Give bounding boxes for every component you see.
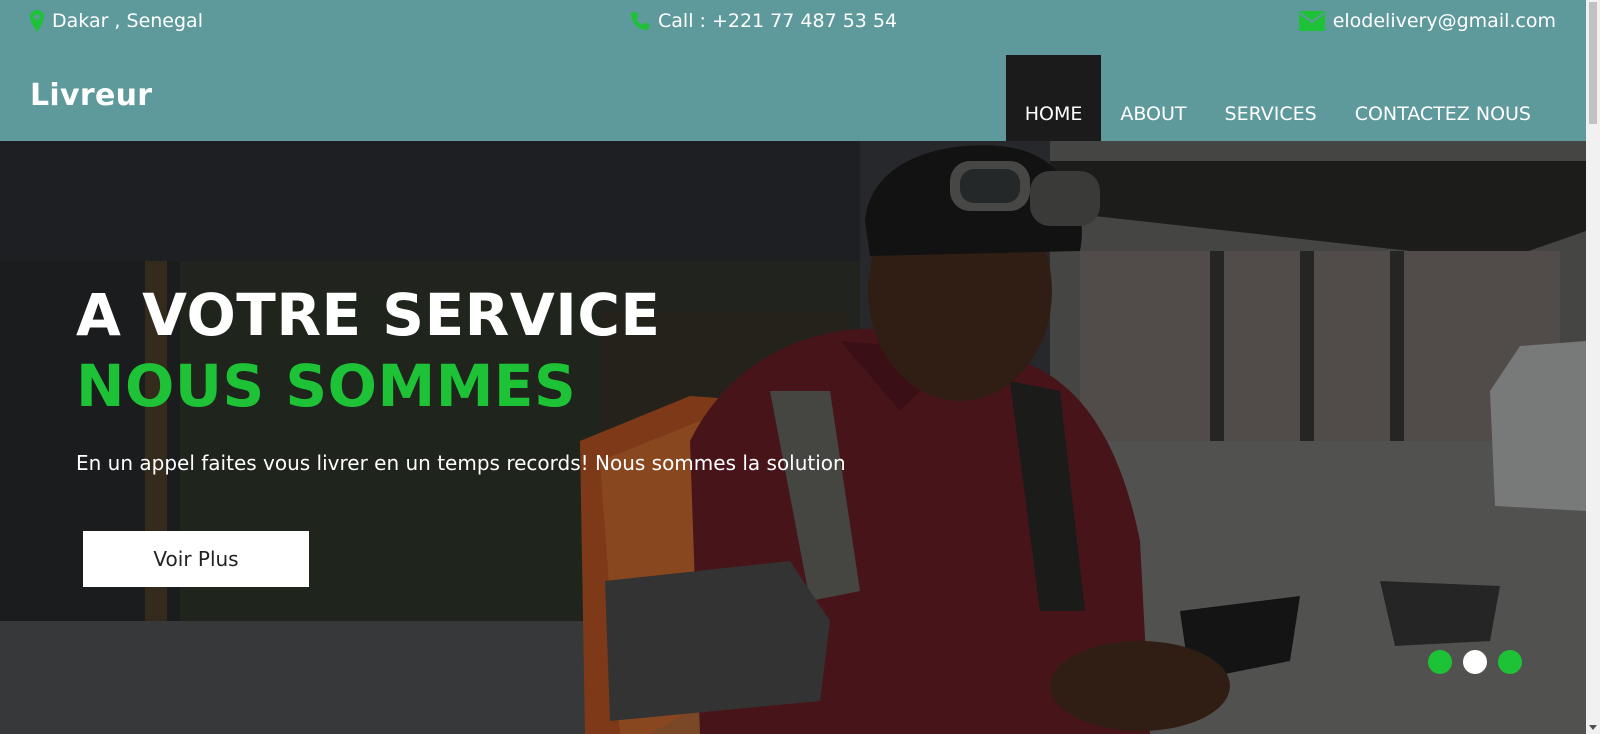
hero-subtitle: NOUS SOMMES <box>76 352 577 420</box>
hero-title: A VOTRE SERVICE <box>76 281 661 349</box>
hero-description: En un appel faites vous livrer en un tem… <box>76 451 846 475</box>
phone-info[interactable]: Call : +221 77 487 53 54 <box>630 10 897 32</box>
carousel-dot-1[interactable] <box>1428 650 1452 674</box>
top-contact-bar: Dakar , Senegal Call : +221 77 487 53 54… <box>0 0 1586 44</box>
location-text: Dakar , Senegal <box>52 10 203 32</box>
brand-logo[interactable]: Livreur <box>30 78 152 113</box>
envelope-icon <box>1298 11 1325 31</box>
email-info[interactable]: elodelivery@gmail.com <box>1298 10 1556 32</box>
nav-item-home[interactable]: HOME <box>1005 55 1102 141</box>
carousel-dot-3[interactable] <box>1498 650 1522 674</box>
carousel-dot-2[interactable] <box>1463 650 1487 674</box>
voir-plus-button[interactable]: Voir Plus <box>83 531 309 587</box>
scrollbar-thumb[interactable] <box>1589 2 1597 124</box>
phone-text: Call : +221 77 487 53 54 <box>658 10 898 32</box>
email-text: elodelivery@gmail.com <box>1332 10 1556 32</box>
page: Dakar , Senegal Call : +221 77 487 53 54… <box>0 0 1600 734</box>
nav-item-services[interactable]: SERVICES <box>1206 55 1336 141</box>
location-info: Dakar , Senegal <box>30 10 203 32</box>
scroll-down-arrow-icon[interactable] <box>1589 725 1597 730</box>
nav-item-contact[interactable]: CONTACTEZ NOUS <box>1336 55 1550 141</box>
nav-item-about[interactable]: ABOUT <box>1101 55 1205 141</box>
map-pin-icon <box>30 10 44 32</box>
main-nav: HOME ABOUT SERVICES CONTACTEZ NOUS <box>1005 55 1550 141</box>
carousel-indicators <box>1428 650 1522 674</box>
site-header: Livreur HOME ABOUT SERVICES CONTACTEZ NO… <box>0 44 1586 141</box>
phone-icon <box>630 11 650 31</box>
hero-overlay <box>0 141 1586 734</box>
page-scrollbar[interactable] <box>1586 0 1600 734</box>
hero-banner: A VOTRE SERVICE NOUS SOMMES En un appel … <box>0 141 1586 734</box>
